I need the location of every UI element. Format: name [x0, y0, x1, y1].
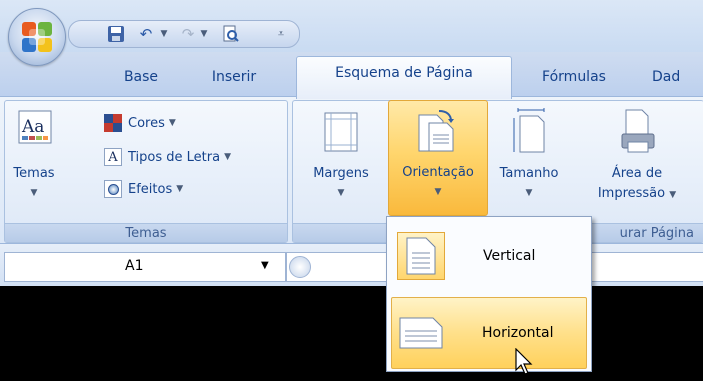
area-impressao-label-2: Impressão	[597, 186, 666, 201]
name-box-dropdown-icon[interactable]: ▼	[261, 260, 269, 271]
office-logo-icon	[22, 22, 52, 52]
chevron-down-icon: ▼	[30, 188, 38, 198]
colors-icon	[104, 114, 122, 132]
save-button[interactable]	[105, 23, 127, 45]
chevron-down-icon: ▼	[337, 188, 345, 198]
chevron-down-icon: ▼	[224, 152, 231, 162]
effects-icon	[104, 180, 122, 198]
fonts-icon: A	[104, 148, 122, 166]
tamanho-button[interactable]: Tamanho ▼	[490, 104, 568, 214]
tipos-de-letra-label: Tipos de Letra	[128, 149, 221, 165]
margins-icon	[324, 112, 358, 152]
chevron-down-icon: ▼	[525, 188, 533, 198]
svg-text:Aa: Aa	[21, 117, 44, 137]
menu-item-vertical[interactable]: Vertical	[391, 221, 585, 291]
landscape-page-icon	[398, 310, 444, 356]
redo-button[interactable]: ↷	[177, 23, 199, 45]
undo-button[interactable]: ↶	[135, 23, 157, 45]
tab-base[interactable]: Base	[106, 58, 176, 96]
tab-esquema-de-pagina[interactable]: Esquema de Página	[296, 56, 512, 99]
undo-icon: ↶	[139, 25, 153, 43]
save-icon	[108, 26, 124, 42]
area-impressao-label-1: Área de	[611, 166, 663, 181]
customize-arrow-icon: ⩡	[277, 27, 285, 40]
quick-access-toolbar: ↶ ▼ ↷ ▼ ⩡	[68, 20, 300, 48]
cores-label: Cores	[128, 115, 165, 131]
orientacao-label: Orientação	[402, 165, 474, 180]
customize-qat-button[interactable]: ⩡	[273, 23, 289, 45]
print-area-icon	[621, 109, 655, 153]
efeitos-button[interactable]: Efeitos ▼	[104, 178, 224, 200]
chevron-down-icon: ▼	[434, 187, 442, 197]
chevron-down-icon: ▼	[669, 190, 677, 200]
chevron-down-icon: ▼	[200, 29, 208, 39]
temas-button-label: Temas	[13, 166, 55, 181]
orientation-menu: Vertical Horizontal	[386, 216, 592, 372]
tab-formulas[interactable]: Fórmulas	[528, 58, 620, 96]
menu-item-vertical-label: Vertical	[483, 248, 536, 264]
area-impressao-label-2-row: Impressão ▼	[584, 186, 690, 201]
name-box-value: A1	[125, 258, 144, 274]
print-preview-icon	[223, 25, 239, 42]
redo-icon: ↷	[181, 25, 195, 43]
efeitos-label: Efeitos	[128, 181, 173, 197]
tab-dados[interactable]: Dad	[652, 58, 703, 96]
orientation-icon	[418, 110, 454, 152]
tab-inserir[interactable]: Inserir	[192, 58, 276, 96]
print-preview-button[interactable]	[219, 23, 243, 45]
menu-item-horizontal[interactable]: Horizontal	[391, 297, 587, 369]
cores-button[interactable]: Cores ▼	[104, 112, 224, 134]
redo-dropdown[interactable]: ▼	[199, 23, 209, 45]
size-icon	[513, 108, 545, 153]
portrait-page-icon	[397, 232, 445, 280]
margens-button[interactable]: Margens ▼	[298, 104, 384, 214]
tipos-de-letra-button[interactable]: A Tipos de Letra ▼	[104, 146, 284, 168]
tamanho-label: Tamanho	[499, 166, 559, 181]
tab-esquema-label: Esquema de Página	[335, 65, 473, 81]
undo-dropdown[interactable]: ▼	[159, 23, 169, 45]
menu-item-horizontal-label: Horizontal	[482, 325, 554, 341]
chevron-down-icon: ▼	[168, 118, 176, 128]
themes-icon: Aa	[18, 110, 52, 144]
group-temas-label: Temas	[5, 223, 287, 242]
name-box[interactable]: A1 ▼	[4, 252, 286, 282]
chevron-down-icon: ▼	[160, 29, 168, 39]
area-impressao-button[interactable]: Área de Impressão ▼	[584, 104, 690, 214]
margens-label: Margens	[313, 166, 369, 181]
mouse-cursor-icon	[515, 348, 533, 375]
expand-formula-bar-handle[interactable]	[289, 256, 311, 278]
temas-button[interactable]: Aa Temas ▼	[12, 106, 56, 224]
chevron-down-icon: ▼	[176, 184, 184, 194]
orientacao-button[interactable]: Orientação ▼	[388, 100, 488, 216]
office-button[interactable]	[8, 8, 66, 66]
